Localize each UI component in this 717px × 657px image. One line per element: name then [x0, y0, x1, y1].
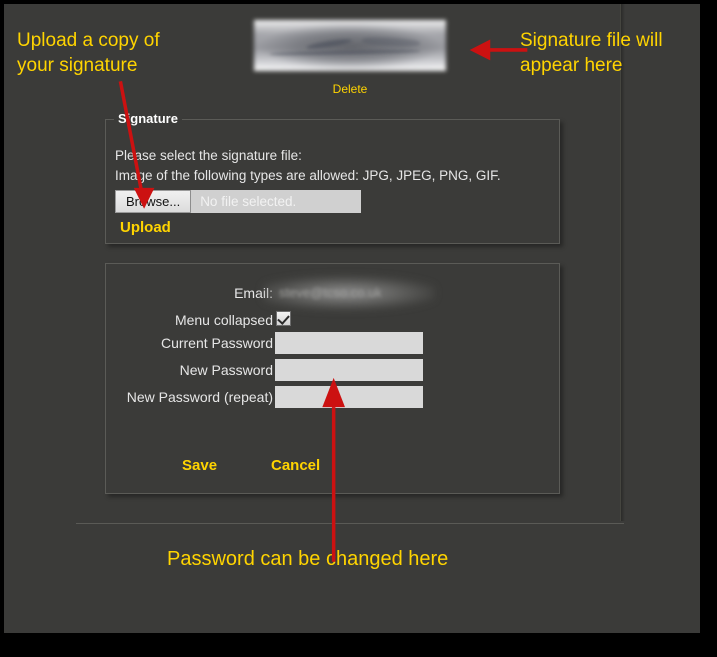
- annotation-upload-signature: Upload a copy of your signature: [17, 30, 160, 76]
- form-row-menu-collapsed: Menu collapsed: [106, 309, 559, 333]
- annotation-password-change: Password can be changed here: [167, 548, 449, 570]
- account-settings-form: Email: steve@tcso.co.uk Menu collapsed C…: [106, 264, 559, 493]
- form-row-current-password: Current Password: [106, 332, 559, 356]
- email-field[interactable]: steve@tcso.co.uk: [263, 274, 435, 312]
- arrow-to-signature-preview-icon: [469, 39, 528, 61]
- delete-signature-link[interactable]: Delete: [254, 82, 446, 96]
- new-password-repeat-input[interactable]: [275, 386, 423, 408]
- form-row-new-password-repeat: New Password (repeat): [106, 386, 559, 410]
- page-surface: Delete Signature Please select the signa…: [4, 4, 700, 633]
- signature-preview: [254, 20, 446, 71]
- signature-fieldset-legend: Signature: [114, 111, 182, 126]
- browse-button[interactable]: Browse...: [115, 190, 192, 213]
- new-password-label: New Password: [179, 362, 273, 378]
- screenshot-frame: Delete Signature Please select the signa…: [0, 0, 717, 657]
- account-settings-fieldset: Email: steve@tcso.co.uk Menu collapsed C…: [105, 263, 560, 494]
- form-row-email: Email: steve@tcso.co.uk: [106, 274, 559, 312]
- current-password-label: Current Password: [160, 335, 273, 351]
- signature-file-input[interactable]: Browse... No file selected.: [115, 190, 361, 213]
- form-row-new-password: New Password: [106, 359, 559, 383]
- signature-hint-allowed-types: Image of the following types are allowed…: [115, 168, 501, 183]
- cancel-button[interactable]: Cancel: [271, 457, 320, 474]
- upload-button[interactable]: Upload: [120, 219, 171, 236]
- new-password-repeat-label: New Password (repeat): [126, 389, 273, 405]
- file-chosen-label: No file selected.: [200, 194, 297, 209]
- menu-collapsed-label: Menu collapsed: [174, 312, 273, 328]
- annotation-signature-appears-here: Signature file will appear here: [520, 30, 663, 76]
- new-password-input[interactable]: [275, 359, 423, 381]
- menu-collapsed-checkbox[interactable]: [276, 311, 291, 326]
- email-value: steve@tcso.co.uk: [279, 285, 382, 300]
- signature-hint-select-file: Please select the signature file:: [115, 148, 302, 163]
- content-column-shadow: [621, 4, 625, 521]
- current-password-input[interactable]: [275, 332, 423, 354]
- save-button[interactable]: Save: [182, 457, 217, 474]
- footer-divider: [76, 523, 624, 524]
- signature-fieldset: Signature Please select the signature fi…: [105, 111, 560, 244]
